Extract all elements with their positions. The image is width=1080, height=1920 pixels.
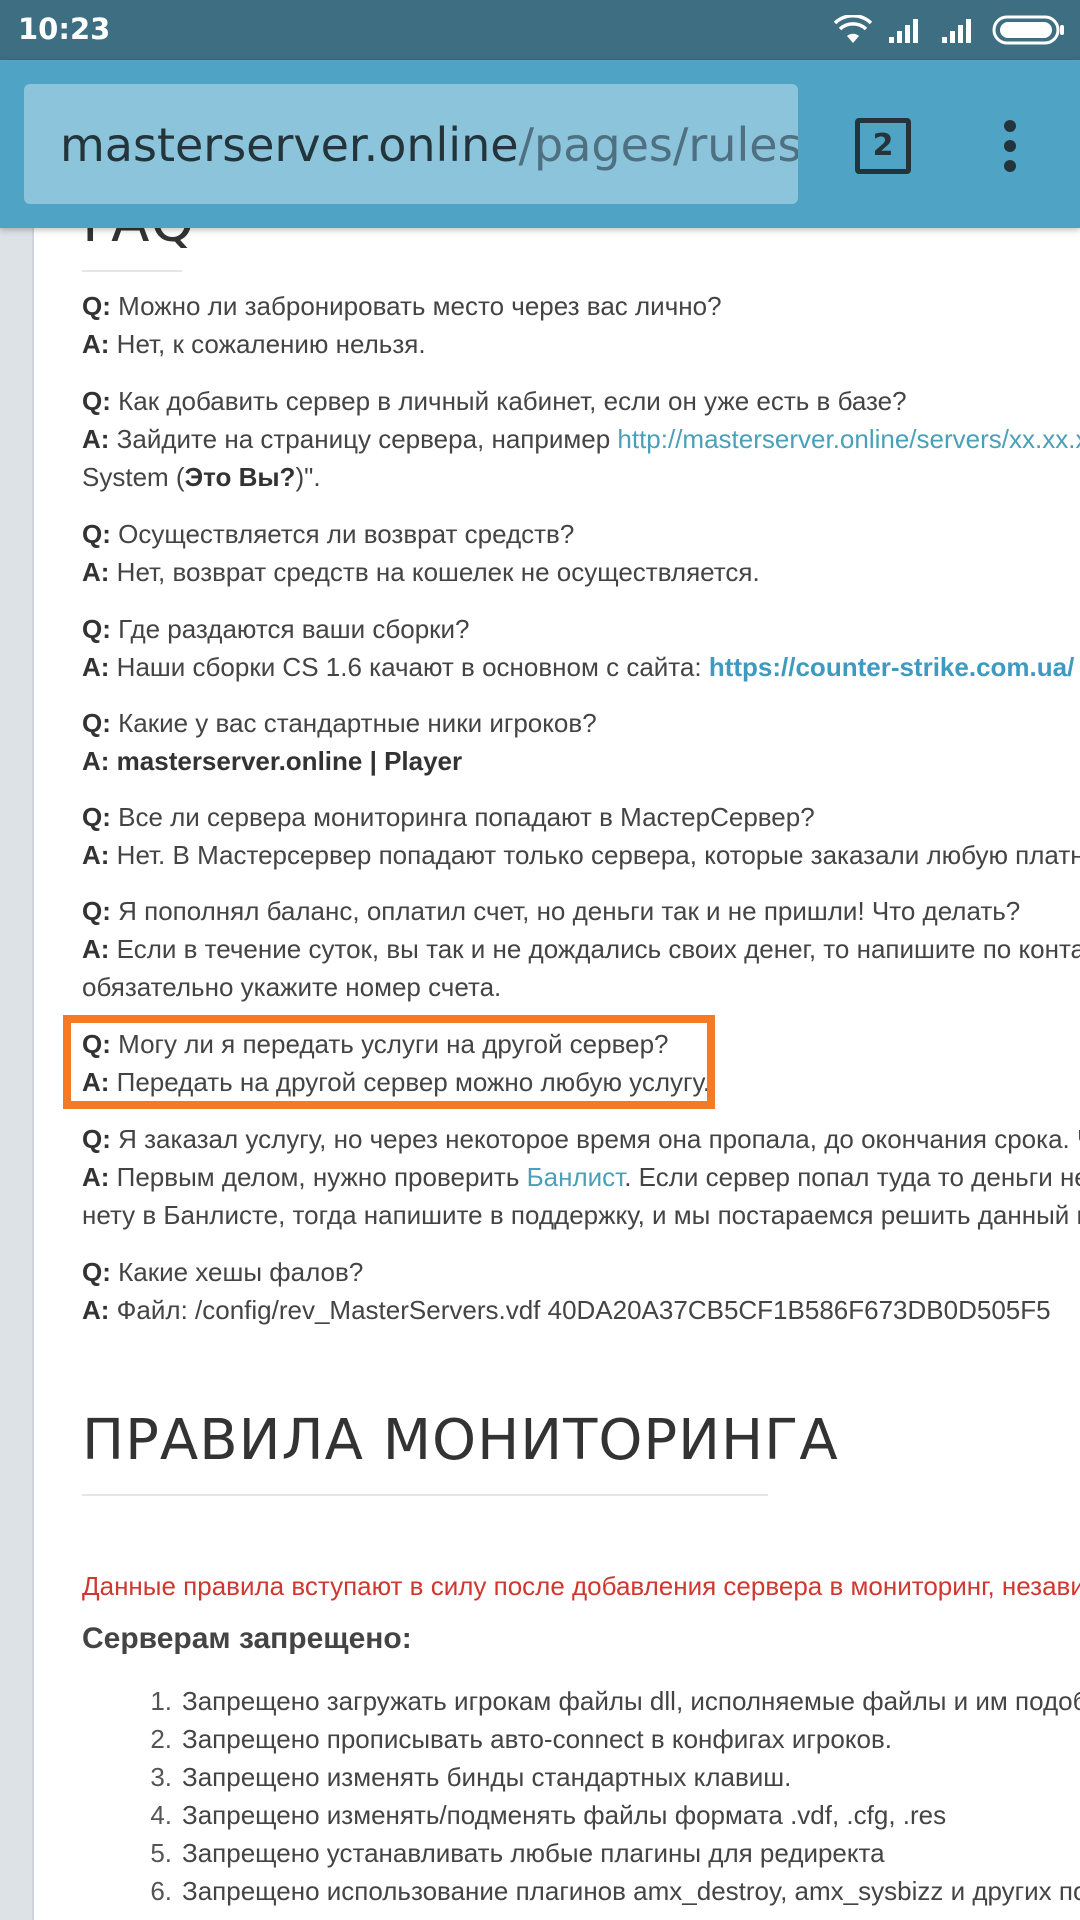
heading-divider: [82, 270, 182, 272]
faq-item: Q: Какие у вас стандартные ники игроков?…: [82, 704, 597, 780]
answer-text: masterserver.online | Player: [109, 746, 463, 776]
url-text: masterserver.online/pages/rules.h: [60, 118, 798, 172]
rules-heading: ПРАВИЛА МОНИТОРИНГА: [82, 1408, 839, 1473]
a-label: A:: [82, 557, 110, 587]
answer-text-line2: System (: [82, 462, 185, 492]
signal-icon-2: [941, 19, 971, 43]
url-path: /pages/rules.h: [518, 118, 798, 172]
status-time: 10:23: [18, 12, 111, 46]
a-label: A:: [82, 424, 110, 454]
status-icons: [823, 14, 1066, 46]
rule-number: 6.: [150, 1876, 172, 1906]
rule-number: 3.: [150, 1762, 172, 1792]
answer-text-end: . Если сервер попал туда то деньги не в: [624, 1162, 1080, 1192]
tab-switcher-button[interactable]: 2: [855, 118, 911, 174]
answer-text: Наши сборки CS 1.6 качают в основном с с…: [109, 652, 709, 682]
q-label: Q:: [82, 708, 111, 738]
signal-icon: [889, 19, 919, 43]
wifi-icon: [833, 15, 872, 43]
server-page-link[interactable]: http://masterserver.online/servers/xx.xx…: [617, 424, 1080, 454]
faq-item: Q: Осуществляется ли возврат средств? A:…: [82, 515, 760, 591]
rule-item: 6. Запрещено использование плагинов amx_d…: [82, 1872, 1080, 1910]
question-text: Где раздаются ваши сборки?: [110, 614, 470, 644]
its-you-label: Это Вы?: [184, 462, 296, 492]
rule-item: 5. Запрещено устанавливать любые плагины …: [82, 1834, 1080, 1872]
rules-notice: Данные правила вступают в силу после доб…: [82, 1571, 1080, 1601]
rule-item: 3. Запрещено изменять бинды стандартных к…: [82, 1758, 1080, 1796]
rule-text: Запрещено изменять бинды стандартных кла…: [182, 1762, 792, 1792]
q-label: Q:: [82, 1257, 111, 1287]
heading-divider: [82, 1494, 768, 1496]
faq-item: Q: Все ли сервера мониторинга попадают в…: [82, 798, 1080, 874]
answer-text: Файл: /config/rev_MasterServers.vdf 40DA…: [109, 1295, 1051, 1325]
answer-text: Первым делом, нужно проверить: [109, 1162, 527, 1192]
faq-item: Q: Можно ли забронировать место через ва…: [82, 287, 722, 363]
question-text: Какие у вас стандартные ники игроков?: [110, 708, 597, 738]
faq-item: Q: Какие хешы фалов? A: Файл: /config/re…: [82, 1253, 1051, 1329]
url-host: masterserver.online: [60, 118, 519, 172]
question-text: Можно ли забронировать место через вас л…: [110, 291, 722, 321]
faq-item: Q: Как добавить сервер в личный кабинет,…: [82, 382, 1080, 496]
browser-toolbar: masterserver.online/pages/rules.h 2: [0, 60, 1080, 228]
a-label: A:: [82, 840, 110, 870]
faq-item: Q: Где раздаются ваши сборки? A: Наши сб…: [82, 610, 1074, 686]
q-label: Q:: [82, 802, 111, 832]
answer-text-line2-end: )".: [295, 462, 321, 492]
answer-text: Нет. В Мастерсервер попадают только серв…: [109, 840, 1080, 870]
answer-text-line2: обязательно укажите номер счета.: [82, 972, 502, 1002]
q-label: Q:: [82, 614, 111, 644]
question-text: Осуществляется ли возврат средств?: [110, 519, 575, 549]
rule-number: 1.: [150, 1686, 172, 1716]
answer-text: Если в течение суток, вы так и не дождал…: [109, 934, 1080, 964]
faq-item: Q: Я пополнял баланс, оплатил счет, но д…: [82, 892, 1080, 1006]
rule-text: Запрещено изменять/подменять файлы форма…: [182, 1800, 947, 1830]
question-text: Я заказал услугу, но через некоторое вре…: [110, 1124, 1080, 1154]
rules-subheading: Серверам запрещено:: [82, 1622, 412, 1655]
highlight-box: [63, 1015, 715, 1109]
faq-item: Q: Я заказал услугу, но через некоторое …: [82, 1120, 1080, 1234]
question-text: Я пополнял баланс, оплатил счет, но день…: [110, 896, 1021, 926]
q-label: Q:: [82, 291, 111, 321]
overflow-menu-icon[interactable]: [996, 120, 1024, 176]
rule-number: 4.: [150, 1800, 172, 1830]
rule-item: 4. Запрещено изменять/подменять файлы фор…: [82, 1796, 1080, 1834]
answer-text: Зайдите на страницу сервера, например: [109, 424, 618, 454]
rule-number: 5.: [150, 1838, 172, 1868]
left-gutter: [0, 228, 34, 1920]
answer-text: Нет, возврат средств на кошелек не осуще…: [109, 557, 760, 587]
counter-strike-link[interactable]: https://counter-strike.com.ua/: [709, 652, 1075, 682]
question-text: Все ли сервера мониторинга попадают в Ма…: [110, 802, 815, 832]
rules-list: 1. Запрещено загружать игрокам файлы dll,…: [82, 1682, 1080, 1910]
q-label: Q:: [82, 386, 111, 416]
rule-item: 1. Запрещено загружать игрокам файлы dll,…: [82, 1682, 1080, 1720]
question-text: Какие хешы фалов?: [110, 1257, 364, 1287]
address-bar[interactable]: masterserver.online/pages/rules.h: [24, 84, 798, 204]
answer-text-line2: нету в Банлисте, тогда напишите в поддер…: [82, 1200, 1080, 1230]
status-bar: 10:23: [0, 0, 1080, 60]
a-label: A:: [82, 329, 110, 359]
a-label: A:: [82, 652, 110, 682]
a-label: A:: [82, 746, 110, 776]
a-label: A:: [82, 1162, 110, 1192]
battery-icon: [992, 15, 1064, 45]
rule-text: Запрещено использование плагинов amx_des…: [182, 1876, 1080, 1906]
a-label: A:: [82, 1295, 110, 1325]
rule-number: 2.: [150, 1724, 172, 1754]
rule-text: Запрещено загружать игрокам файлы dll, и…: [182, 1686, 1080, 1716]
rule-text: Запрещено прописывать авто-connect в кон…: [182, 1724, 892, 1754]
answer-text: Нет, к сожалению нельзя.: [109, 329, 426, 359]
banlist-link[interactable]: Банлист: [527, 1162, 625, 1192]
q-label: Q:: [82, 519, 111, 549]
question-text: Как добавить сервер в личный кабинет, ес…: [110, 386, 907, 416]
a-label: A:: [82, 934, 110, 964]
q-label: Q:: [82, 896, 111, 926]
q-label: Q:: [82, 1124, 111, 1154]
rule-text: Запрещено устанавливать любые плагины дл…: [182, 1838, 885, 1868]
rule-item: 2. Запрещено прописывать авто-connect в к…: [82, 1720, 1080, 1758]
